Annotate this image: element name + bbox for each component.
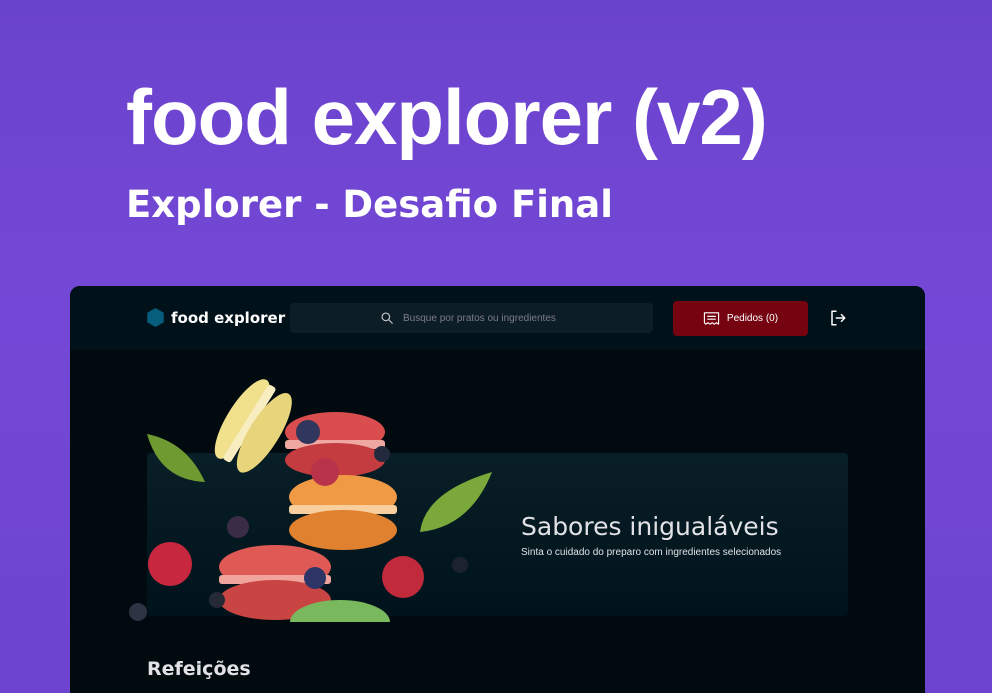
hero-subtitle: Sinta o cuidado do preparo com ingredien… xyxy=(521,547,782,558)
macarons-illustration xyxy=(129,379,492,622)
app-window: food explorer Pedidos (0) xyxy=(70,286,925,693)
logo-text: food explorer xyxy=(171,308,286,327)
banner-subtitle: Explorer - Desafio Final xyxy=(126,183,613,226)
sign-out-icon[interactable] xyxy=(829,309,847,327)
logo[interactable]: food explorer xyxy=(147,308,285,327)
section-title-meals: Refeições xyxy=(147,658,251,680)
search-input[interactable] xyxy=(403,312,563,324)
banner-title: food explorer (v2) xyxy=(126,73,768,161)
hexagon-icon xyxy=(147,308,164,327)
app-header: food explorer Pedidos (0) xyxy=(70,286,925,350)
search-icon xyxy=(381,312,393,324)
orders-button[interactable]: Pedidos (0) xyxy=(673,301,808,336)
hero-title: Sabores inigualáveis xyxy=(521,512,779,541)
search-bar[interactable] xyxy=(290,303,653,333)
receipt-icon xyxy=(703,312,720,325)
orders-button-label: Pedidos (0) xyxy=(726,313,779,324)
